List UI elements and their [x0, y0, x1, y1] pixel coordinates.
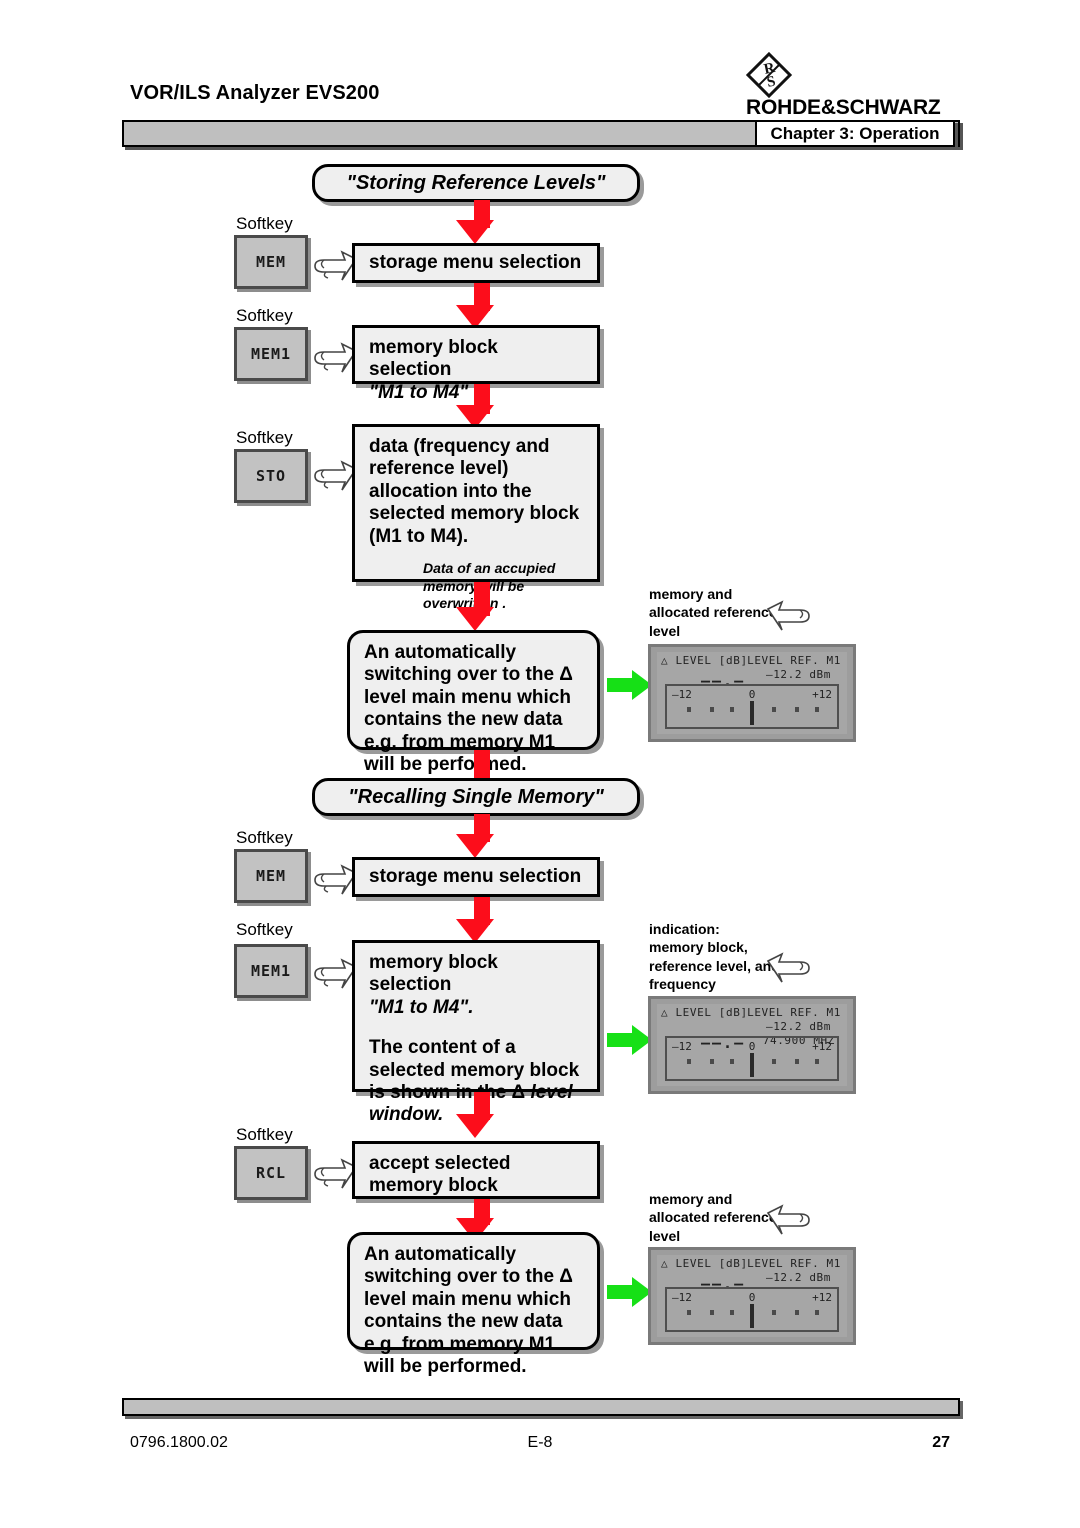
document-page: VOR/ILS Analyzer EVS200 R S ROHDE&SCHWAR…	[0, 0, 1080, 1528]
rs-diamond-icon: R S	[746, 52, 792, 98]
flow-box-note: Data of an accupied memory will be overw…	[423, 560, 556, 612]
softkey-button-mem1[interactable]: MEM1	[234, 327, 308, 381]
lcd-reference-level: –12.2 dBm	[765, 1020, 831, 1033]
lcd-title-left: △ LEVEL [dB]	[661, 1006, 748, 1019]
footer-page-number: 27	[932, 1434, 950, 1451]
section-banner-recalling: "Recalling Single Memory"	[312, 778, 640, 816]
flow-box-storage-menu-selection: storage menu selection	[352, 243, 600, 283]
lcd-scale-max: +12	[812, 1040, 832, 1053]
lcd-title-left: △ LEVEL [dB]	[661, 654, 748, 667]
lcd-needle	[750, 701, 754, 725]
softkey-caption: Softkey	[236, 428, 293, 447]
flow-box-storage-menu-selection-2: storage menu selection	[352, 857, 600, 897]
softkey-button-mem1-2[interactable]: MEM1	[234, 944, 308, 998]
softkey-button-mem[interactable]: MEM	[234, 235, 308, 289]
flow-arrow-head	[456, 607, 494, 631]
flow-box-memory-block-selection: memory block selection "M1 to M4"	[352, 325, 600, 403]
flow-box-auto-switch-1: An automatically switching over to the Δ…	[347, 630, 600, 775]
lcd-scale-mid: 0	[748, 688, 756, 701]
lcd-scale-min: –12	[672, 1040, 692, 1053]
flow-box-text: storage menu selection	[369, 251, 582, 273]
pointing-hand-icon	[766, 1204, 810, 1235]
flow-box-memory-block-selection-2: memory block selection "M1 to M4". The c…	[352, 940, 600, 1125]
lcd-scale-max: +12	[812, 1291, 832, 1304]
flow-box-text: memory block selection	[369, 337, 498, 381]
lcd-reference-level: –12.2 dBm	[765, 668, 831, 681]
flow-box-text: memory block selection	[369, 952, 498, 996]
lcd-scale-min: –12	[672, 688, 692, 701]
lcd-needle	[750, 1304, 754, 1328]
lcd-scale: –12 0 +12	[665, 684, 839, 729]
pointing-hand-icon	[766, 600, 810, 631]
lcd-scale-mid: 0	[748, 1291, 756, 1304]
chapter-tab: Chapter 3: Operation	[755, 120, 955, 147]
softkey-caption: Softkey	[236, 828, 293, 847]
flow-box-data-allocation: data (frequency and reference level) all…	[352, 424, 600, 611]
lcd-display-1: △ LEVEL [dB] LEVEL REF. M1 –12.2 dBm ——.…	[648, 644, 856, 742]
lcd-scale: –12 0 +12	[665, 1287, 839, 1332]
softkey-caption: Softkey	[236, 920, 293, 939]
lcd-needle	[750, 1053, 754, 1077]
flow-box-text-italic: "M1 to M4".	[369, 996, 474, 1018]
display-caption-2: indication: memory block, reference leve…	[649, 920, 784, 994]
flow-box-text: accept selected memory block	[369, 1153, 511, 1197]
flow-box-accept-memory-block: accept selected memory block	[352, 1141, 600, 1199]
display-caption-head: indication:	[649, 921, 720, 937]
footer-rule-bar	[122, 1398, 960, 1416]
flow-box-text: data (frequency and reference level) all…	[369, 436, 580, 547]
softkey-button-rcl[interactable]: RCL	[234, 1146, 308, 1200]
lcd-display-2: △ LEVEL [dB] LEVEL REF. M1 –12.2 dBm 74.…	[648, 996, 856, 1094]
lcd-scale-mid: 0	[748, 1040, 756, 1053]
rohde-schwarz-logo: R S ROHDE&SCHWARZ	[746, 52, 962, 119]
softkey-button-mem-2[interactable]: MEM	[234, 849, 308, 903]
flow-box-text: An automatically switching over to the Δ…	[364, 1244, 573, 1378]
softkey-caption: Softkey	[236, 214, 293, 233]
indication-arrow-shaft	[607, 1033, 633, 1047]
lcd-title-right: LEVEL REF. M1	[747, 654, 841, 667]
lcd-title-right: LEVEL REF. M1	[747, 1006, 841, 1019]
pointing-hand-icon	[766, 952, 810, 983]
softkey-button-sto[interactable]: STO	[234, 449, 308, 503]
section-banner-storing: "Storing Reference Levels"	[312, 164, 640, 202]
flow-box-text: storage menu selection	[369, 865, 582, 887]
softkey-caption: Softkey	[236, 306, 293, 325]
lcd-title-left: △ LEVEL [dB]	[661, 1257, 748, 1270]
softkey-caption: Softkey	[236, 1125, 293, 1144]
indication-arrow-shaft	[607, 1285, 633, 1299]
lcd-reference-level: –12.2 dBm	[765, 1271, 831, 1284]
flow-box-auto-switch-2: An automatically switching over to the Δ…	[347, 1232, 600, 1377]
display-caption-rest: memory block, reference level, and frequ…	[649, 939, 780, 993]
flow-arrow-head	[456, 220, 494, 244]
indication-arrow-shaft	[607, 678, 633, 692]
flow-arrow-shaft	[474, 750, 490, 780]
lcd-scale: –12 0 +12	[665, 1036, 839, 1081]
flow-arrow-head	[456, 834, 494, 858]
lcd-scale-min: –12	[672, 1291, 692, 1304]
brand-wordmark: ROHDE&SCHWARZ	[746, 96, 941, 119]
lcd-title-right: LEVEL REF. M1	[747, 1257, 841, 1270]
lcd-scale-max: +12	[812, 688, 832, 701]
flow-arrow-head	[456, 1114, 494, 1138]
lcd-display-3: △ LEVEL [dB] LEVEL REF. M1 –12.2 dBm ——.…	[648, 1247, 856, 1345]
page-title: VOR/ILS Analyzer EVS200	[130, 82, 380, 104]
